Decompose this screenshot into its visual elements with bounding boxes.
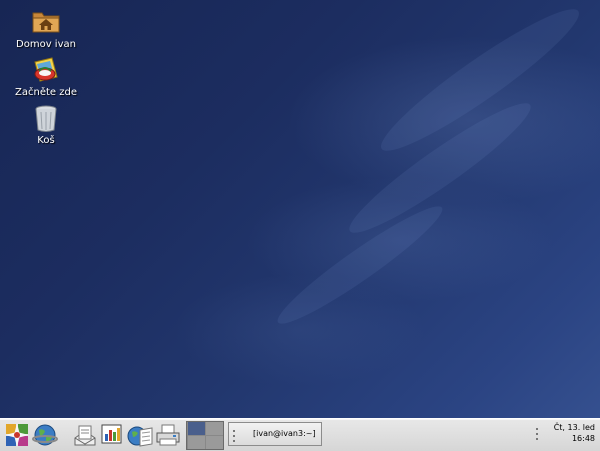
taskbar-item-label: [ivan@ivan3:~] bbox=[253, 429, 316, 438]
workspace-1[interactable] bbox=[188, 422, 205, 435]
trash-icon bbox=[35, 105, 57, 132]
desktop-icon-trash[interactable]: Koš bbox=[11, 103, 81, 146]
start-here-icon bbox=[34, 57, 58, 82]
workspace-4[interactable] bbox=[206, 436, 223, 449]
presentation-icon bbox=[101, 424, 122, 444]
desktop-icon-home[interactable]: Domov ivan bbox=[11, 5, 81, 50]
drag-handle-icon[interactable] bbox=[232, 427, 238, 447]
workspace-2[interactable] bbox=[206, 422, 223, 435]
clock-date: Čt, 13. led bbox=[553, 423, 595, 432]
desktop-background: Domov ivan Začněte zde Koš bbox=[0, 0, 600, 418]
clock-time: 16:48 bbox=[571, 434, 595, 443]
printer-icon bbox=[156, 424, 180, 446]
workspace-switcher[interactable] bbox=[186, 421, 224, 450]
workspace-3[interactable] bbox=[188, 436, 205, 449]
web-browser-icon bbox=[32, 424, 58, 446]
document-editor-launcher[interactable] bbox=[126, 422, 153, 448]
presentation-launcher[interactable] bbox=[99, 422, 125, 448]
drag-handle-icon[interactable] bbox=[535, 425, 541, 445]
email-launcher[interactable] bbox=[72, 422, 98, 448]
desktop-icon-label: Koš bbox=[37, 135, 55, 146]
bottom-panel: [ivan@ivan3:~] Čt, 13. led 16:48 bbox=[0, 418, 600, 451]
main-menu-button[interactable] bbox=[4, 422, 30, 448]
printer-launcher[interactable] bbox=[155, 422, 181, 448]
desktop-icon-label: Domov ivan bbox=[16, 39, 76, 50]
desktop-icon-start-here[interactable]: Začněte zde bbox=[11, 55, 81, 98]
clock[interactable]: Čt, 13. led 16:48 bbox=[545, 422, 595, 444]
web-browser-launcher[interactable] bbox=[32, 422, 58, 448]
taskbar-item-terminal[interactable]: [ivan@ivan3:~] bbox=[228, 422, 322, 446]
email-client-icon bbox=[74, 425, 96, 446]
document-editor-icon bbox=[127, 426, 153, 447]
main-menu-icon bbox=[5, 423, 29, 447]
desktop-icon-label: Začněte zde bbox=[15, 87, 77, 98]
home-folder-icon bbox=[32, 12, 60, 33]
